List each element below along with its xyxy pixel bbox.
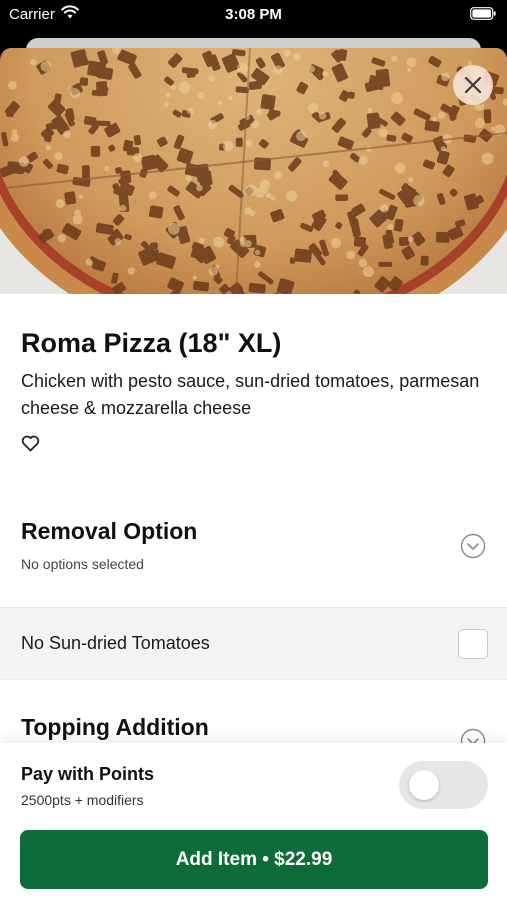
option-row-no-sun-dried-tomatoes[interactable]: No Sun-dried Tomatoes — [0, 607, 507, 680]
toggle-knob — [409, 770, 439, 800]
pay-with-points-subtitle: 2500pts + modifiers — [21, 792, 144, 808]
battery-icon — [470, 7, 496, 20]
product-image — [0, 48, 507, 294]
status-bar: Carrier 3:08 PM — [0, 0, 507, 30]
pay-with-points-toggle[interactable] — [399, 761, 488, 809]
chevron-down-icon[interactable] — [460, 533, 486, 559]
product-description: Chicken with pesto sauce, sun-dried toma… — [21, 371, 480, 418]
order-footer: Pay with Points 2500pts + modifiers Add … — [0, 743, 507, 900]
heart-outline-icon[interactable] — [21, 435, 40, 452]
product-sheet: Roma Pizza (18" XL) Chicken with pesto s… — [0, 48, 507, 900]
clock: 3:08 PM — [225, 6, 282, 23]
close-icon — [464, 76, 482, 94]
option-checkbox[interactable] — [458, 629, 488, 659]
close-button[interactable] — [453, 65, 493, 105]
pay-with-points-title: Pay with Points — [21, 764, 155, 784]
product-title: Roma Pizza (18" XL) — [21, 328, 282, 358]
add-item-button[interactable]: Add Item • $22.99 — [20, 830, 488, 889]
option-label: No Sun-dried Tomatoes — [21, 633, 210, 653]
removal-option-subtitle: No options selected — [21, 556, 144, 572]
removal-option-title: Removal Option — [21, 518, 198, 544]
pizza-photo — [0, 48, 507, 294]
topping-addition-title: Topping Addition — [21, 714, 209, 740]
